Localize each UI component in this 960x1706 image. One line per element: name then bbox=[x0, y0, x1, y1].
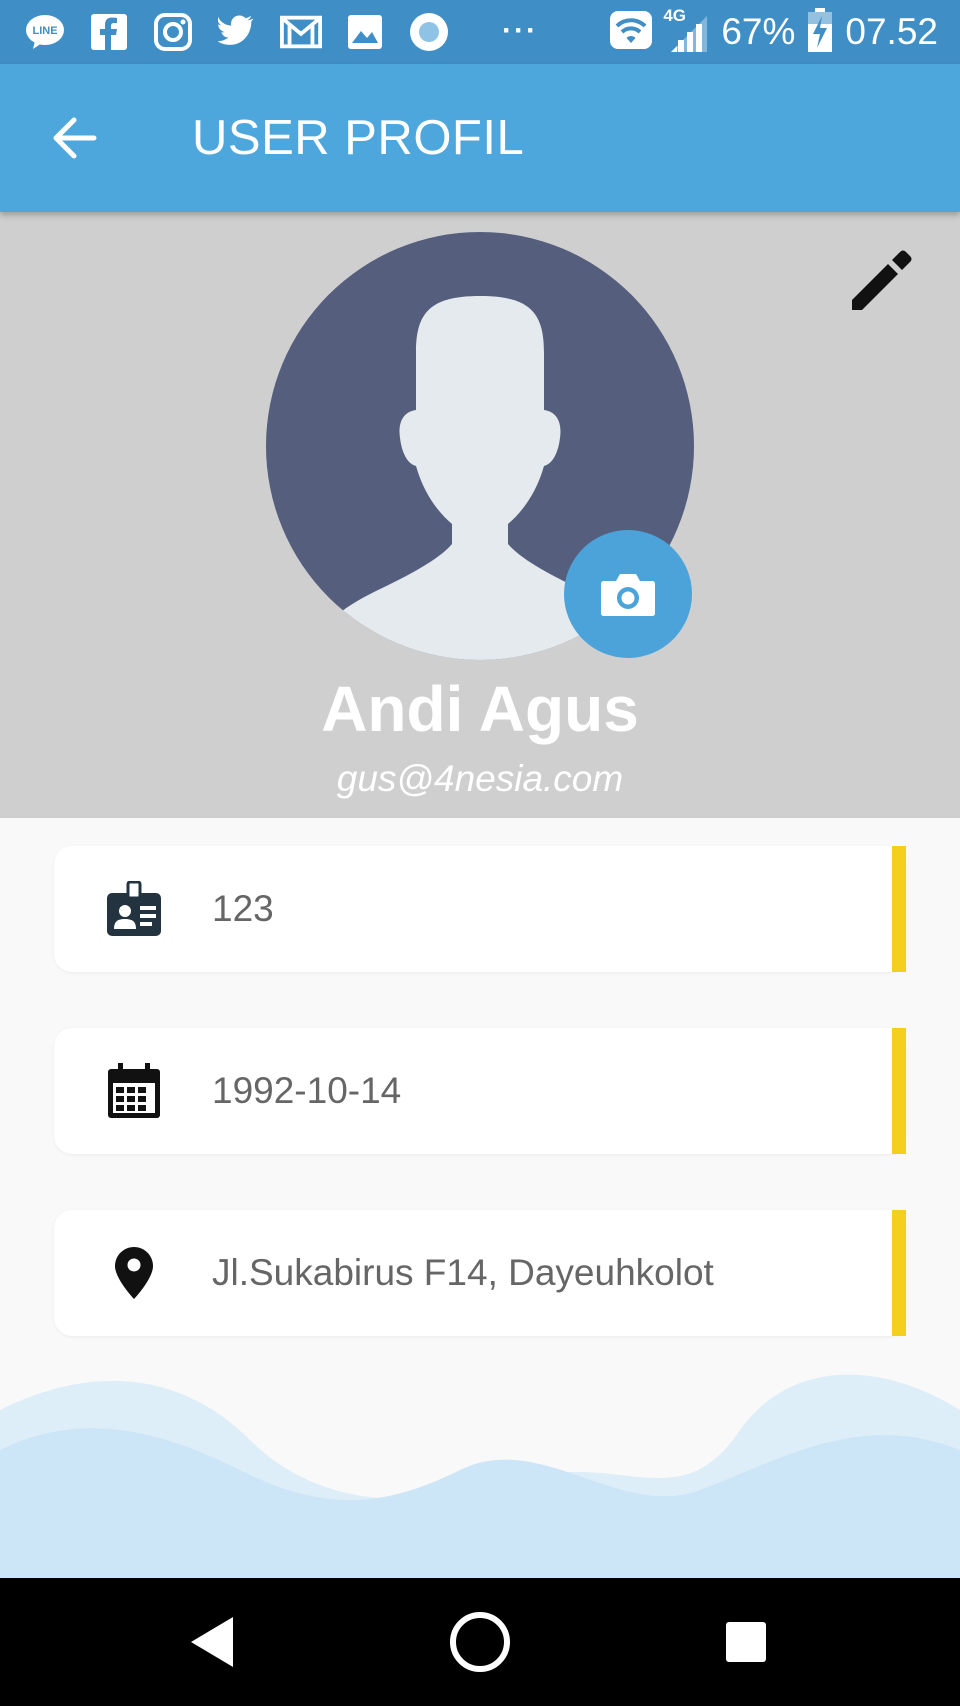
decorative-waves bbox=[0, 1374, 960, 1580]
id-number-value: 123 bbox=[212, 888, 274, 929]
nav-recents-button[interactable] bbox=[712, 1608, 780, 1676]
pencil-icon bbox=[852, 250, 912, 310]
profile-email: gus@4nesia.com bbox=[336, 758, 624, 799]
line-icon: LINE bbox=[24, 11, 66, 53]
address-value: Jl.Sukabirus F14, Dayeuhkolot bbox=[212, 1252, 714, 1293]
camera-icon bbox=[601, 574, 655, 616]
card-accent bbox=[892, 1210, 906, 1336]
change-photo-button[interactable] bbox=[564, 530, 692, 658]
facebook-icon bbox=[88, 11, 130, 53]
id-number-card: 123 bbox=[54, 846, 906, 972]
card-accent bbox=[892, 846, 906, 972]
clock: 07.52 bbox=[845, 11, 938, 52]
wifi-icon bbox=[609, 10, 653, 55]
back-button[interactable] bbox=[48, 114, 102, 162]
record-icon bbox=[408, 11, 450, 53]
gmail-icon bbox=[280, 11, 322, 53]
nav-home-button[interactable] bbox=[446, 1608, 514, 1676]
svg-text:LINE: LINE bbox=[32, 25, 57, 37]
battery-charging-icon bbox=[807, 7, 833, 57]
notification-icons: LINE bbox=[24, 10, 450, 54]
id-card-icon bbox=[104, 879, 164, 939]
birth-date-card: 1992-10-14 bbox=[54, 1028, 906, 1154]
calendar-icon bbox=[104, 1061, 164, 1121]
more-notifications-indicator: ··· bbox=[502, 14, 538, 47]
card-accent bbox=[892, 1028, 906, 1154]
square-recents-icon bbox=[726, 1622, 766, 1662]
address-card: Jl.Sukabirus F14, Dayeuhkolot bbox=[54, 1210, 906, 1336]
instagram-icon bbox=[152, 11, 194, 53]
battery-percentage: 67% bbox=[721, 11, 796, 52]
circle-home-icon bbox=[450, 1612, 510, 1672]
system-indicators: 4G 67% 07.52 bbox=[609, 6, 938, 57]
twitter-bird-icon bbox=[216, 11, 258, 53]
system-navigation-bar bbox=[0, 1578, 960, 1706]
app-bar: USER PROFIL bbox=[0, 64, 960, 212]
arrow-left-icon bbox=[53, 117, 97, 159]
profile-header: Andi Agus gus@4nesia.com bbox=[0, 212, 960, 818]
location-pin-icon bbox=[104, 1243, 164, 1303]
status-bar: LINE ··· 4G 67% 07.52 bbox=[0, 0, 960, 64]
triangle-back-icon bbox=[191, 1617, 233, 1667]
profile-name: Andi Agus bbox=[321, 673, 639, 745]
page-title: USER PROFIL bbox=[192, 111, 525, 165]
birth-date-value: 1992-10-14 bbox=[212, 1070, 402, 1111]
gallery-icon bbox=[344, 11, 386, 53]
cellular-signal-icon: 4G bbox=[663, 6, 709, 54]
edit-profile-button[interactable] bbox=[848, 242, 920, 314]
nav-back-button[interactable] bbox=[178, 1608, 246, 1676]
